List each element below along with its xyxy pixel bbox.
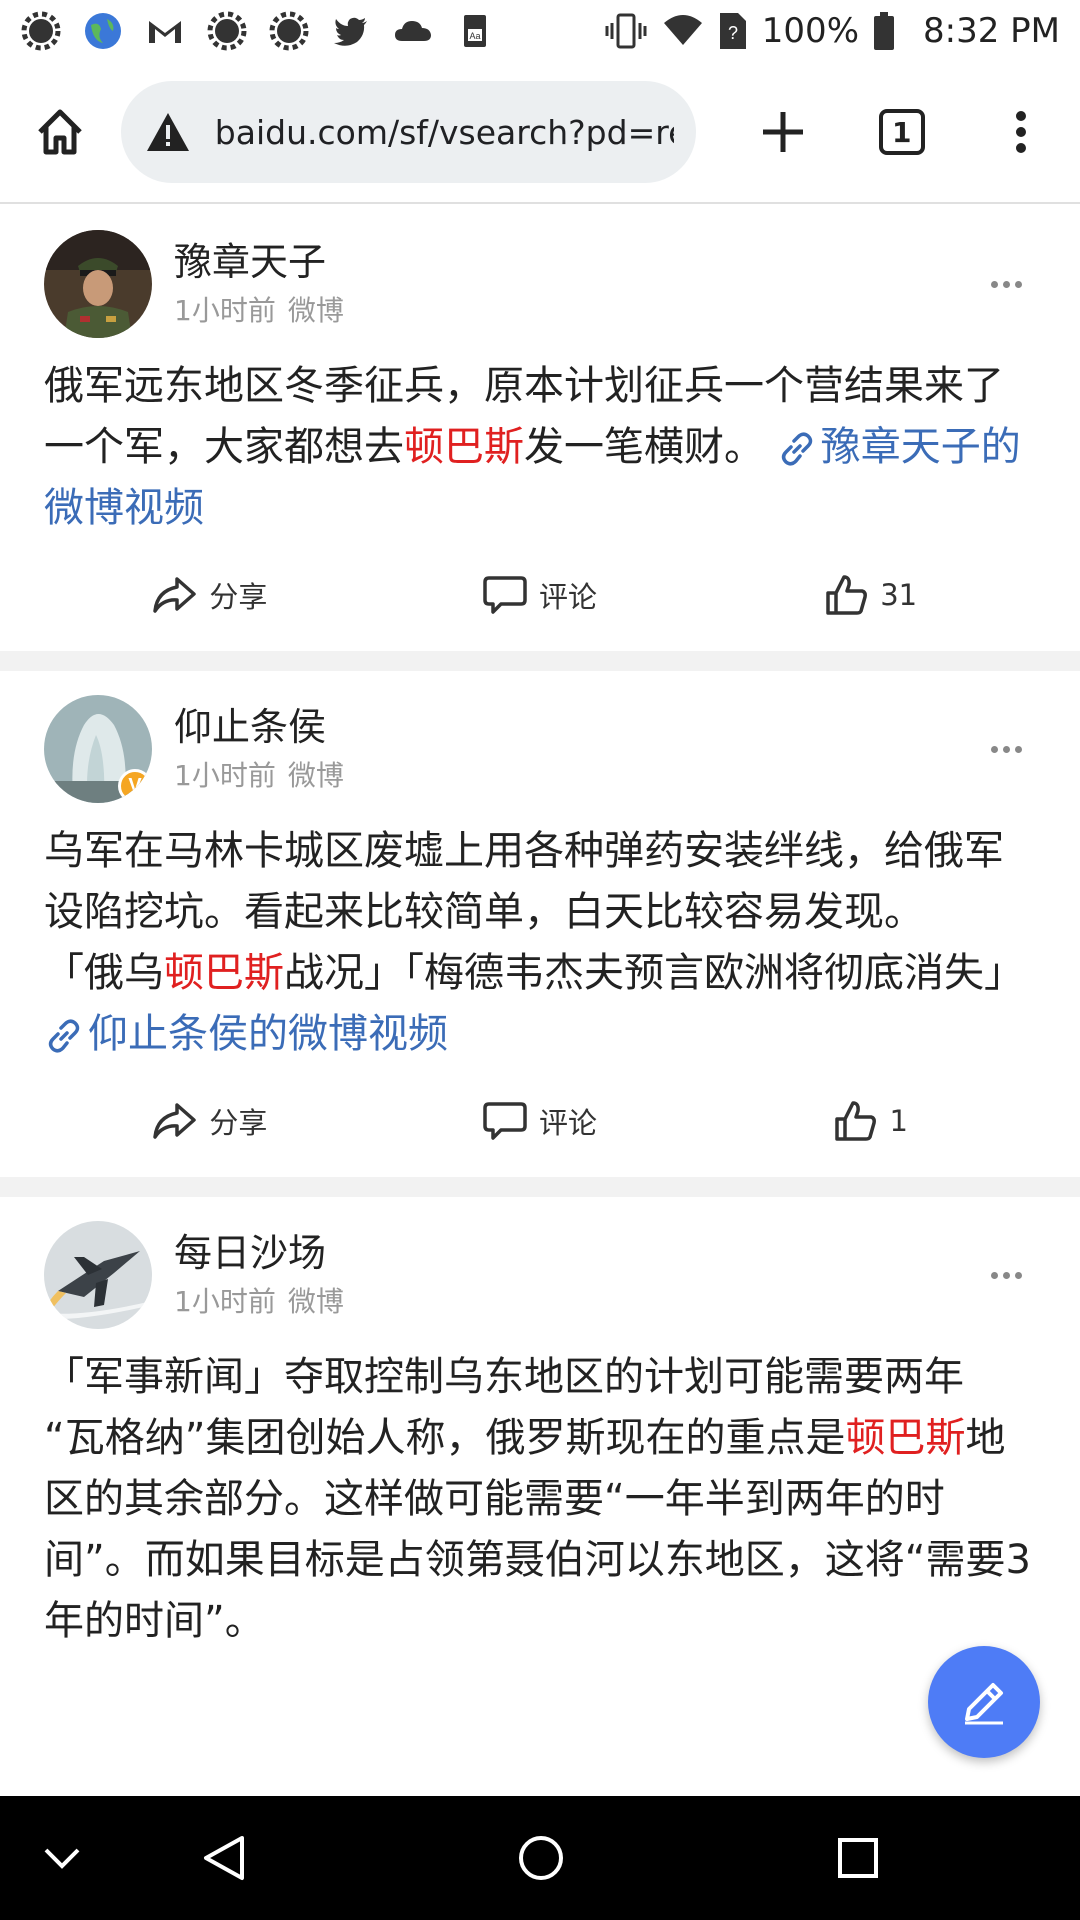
post-time: 1小时前 (174, 1285, 276, 1318)
home-button[interactable] (0, 71, 121, 193)
weibo-post: V 仰止条侯 1小时前 微博 乌军在马林卡城区废墟上用各种弹药安装绊线，给俄军设陷… (0, 671, 1080, 1177)
settings-icon (206, 10, 248, 52)
author-name[interactable]: 每日沙场 (174, 1228, 344, 1278)
post-body[interactable]: 俄军远东地区冬季征兵，原本计划征兵一个营结果来了一个军，大家都想去顿巴斯发一笔横… (44, 356, 1036, 539)
link-icon (781, 432, 812, 466)
comment-icon (483, 1102, 527, 1140)
tab-count: 1 (878, 109, 925, 155)
edit-pencil-icon (965, 1683, 1003, 1725)
weibo-post: 豫章天子 1小时前 微博 俄军远东地区冬季征兵，原本计划征兵一个营结果来了一个军，… (0, 206, 1080, 651)
avatar[interactable]: V (44, 695, 152, 803)
no-sim-icon: ? (718, 11, 748, 51)
browser-menu-button[interactable] (961, 72, 1080, 192)
keyword-highlight: 顿巴斯 (164, 950, 284, 996)
home-icon (38, 109, 83, 155)
wifi-icon (662, 11, 704, 51)
post-meta: 1小时前 微博 (174, 1282, 344, 1322)
more-options-button[interactable] (976, 264, 1036, 304)
verified-badge: V (118, 769, 152, 803)
post-divider (0, 651, 1080, 671)
share-button[interactable]: 分享 (44, 574, 375, 616)
vibrate-icon (604, 11, 648, 51)
not-secure-warning-icon[interactable] (143, 107, 193, 157)
gmail-icon (144, 10, 186, 52)
back-triangle-icon (204, 1836, 244, 1880)
search-results-feed: 豫章天子 1小时前 微博 俄军远东地区冬季征兵，原本计划征兵一个营结果来了一个军，… (0, 206, 1080, 1796)
author-name[interactable]: 仰止条侯 (174, 702, 344, 752)
comment-icon (483, 576, 527, 614)
recents-button[interactable] (758, 1796, 958, 1920)
author-name[interactable]: 豫章天子 (174, 237, 344, 287)
like-button[interactable]: 1 (705, 1099, 1036, 1143)
post-meta: 1小时前 微博 (174, 756, 344, 796)
like-count: 1 (889, 1104, 908, 1138)
post-body[interactable]: 乌军在马林卡城区废墟上用各种弹药安装绊线，给俄军设陷挖坑。看起来比较简单，白天比… (44, 821, 1036, 1065)
post-body[interactable]: 「军事新闻」夺取控制乌东地区的计划可能需要两年 “瓦格纳”集团创始人称，俄罗斯现在… (44, 1347, 1036, 1652)
post-actions: 分享 评论 31 (44, 539, 1036, 651)
post-time: 1小时前 (174, 759, 276, 792)
home-nav-button[interactable] (324, 1796, 758, 1920)
share-icon (153, 1103, 197, 1139)
post-meta: 1小时前 微博 (174, 291, 344, 331)
more-vert-icon (1015, 111, 1026, 153)
comment-button[interactable]: 评论 (375, 574, 706, 616)
post-source: 微博 (287, 1285, 344, 1318)
keyword-highlight: 顿巴斯 (404, 424, 524, 470)
chevron-down-icon (44, 1848, 80, 1869)
svg-text:Aa: Aa (469, 31, 480, 41)
more-options-button[interactable] (976, 729, 1036, 769)
status-bar: Aa ? 100% 8:32 PM (0, 0, 1080, 62)
post-time: 1小时前 (174, 294, 276, 327)
thumbs-up-icon (835, 1101, 877, 1141)
thumbs-up-icon (826, 575, 868, 615)
post-divider (0, 1177, 1080, 1197)
battery-percent: 100% (761, 11, 859, 51)
post-actions: 分享 评论 1 (44, 1065, 1036, 1177)
globe-icon (82, 10, 124, 52)
collapse-nav-button[interactable] (0, 1796, 124, 1920)
home-circle-icon (519, 1836, 563, 1880)
compose-button[interactable] (928, 1646, 1040, 1758)
tab-switcher-button[interactable]: 1 (842, 72, 961, 192)
keyword-highlight: 顿巴斯 (845, 1415, 966, 1461)
video-link[interactable]: 仰止条侯的微博视频 (44, 1011, 448, 1057)
new-tab-button[interactable] (724, 72, 843, 192)
post-source: 微博 (287, 294, 344, 327)
twitter-icon (330, 10, 372, 52)
back-button[interactable] (124, 1796, 324, 1920)
browser-toolbar: baidu.com/sf/vsearch?pd=rea 1 (0, 62, 1080, 204)
avatar[interactable] (44, 1221, 152, 1329)
system-navigation-bar (0, 1796, 1080, 1920)
link-icon (48, 1019, 80, 1053)
share-button[interactable]: 分享 (44, 1100, 375, 1142)
avatar[interactable] (44, 230, 152, 338)
recents-square-icon (838, 1838, 878, 1878)
svg-text:?: ? (728, 23, 738, 43)
system-status: ? 100% 8:32 PM (604, 11, 1060, 51)
post-source: 微博 (287, 759, 344, 792)
share-icon (153, 577, 197, 613)
more-options-button[interactable] (976, 1255, 1036, 1295)
comment-button[interactable]: 评论 (375, 1100, 706, 1142)
url-text[interactable]: baidu.com/sf/vsearch?pd=rea (215, 113, 674, 152)
like-button[interactable]: 31 (705, 573, 1036, 617)
settings-icon (20, 10, 62, 52)
dictionary-icon: Aa (454, 10, 496, 52)
settings-icon (268, 10, 310, 52)
clock: 8:32 PM (923, 11, 1060, 51)
weibo-post: 每日沙场 1小时前 微博 「军事新闻」夺取控制乌东地区的计划可能需要两年 “瓦格纳”… (0, 1197, 1080, 1652)
address-bar[interactable]: baidu.com/sf/vsearch?pd=rea (120, 81, 696, 183)
cloud-icon (392, 10, 434, 52)
plus-icon (762, 112, 803, 152)
like-count: 31 (880, 578, 918, 612)
battery-icon (873, 11, 895, 51)
notification-icons: Aa (20, 10, 496, 52)
